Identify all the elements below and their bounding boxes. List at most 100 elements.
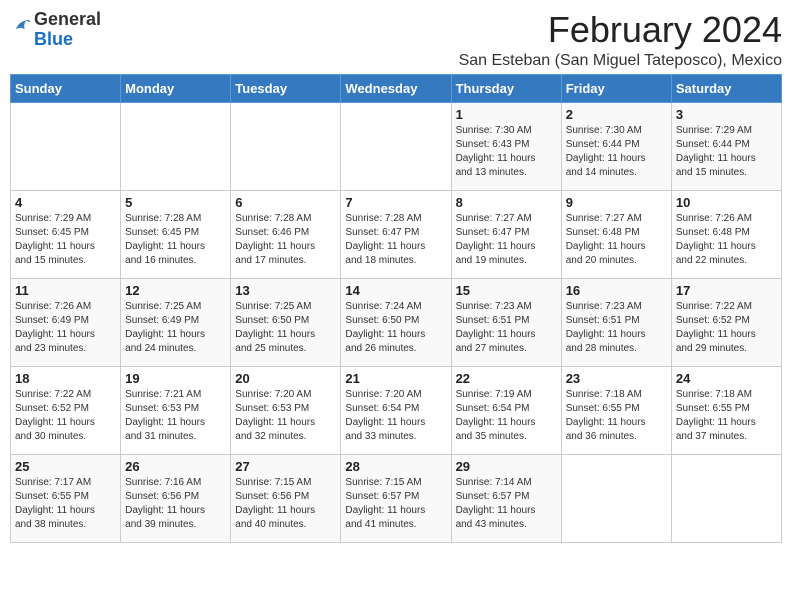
day-number: 14 [345, 283, 446, 298]
day-info: Sunrise: 7:23 AMSunset: 6:51 PMDaylight:… [566, 300, 667, 356]
day-info: Sunrise: 7:20 AMSunset: 6:54 PMDaylight:… [345, 388, 446, 444]
day-number: 4 [15, 195, 116, 210]
day-info: Sunrise: 7:28 AMSunset: 6:46 PMDaylight:… [235, 212, 336, 268]
calendar-cell: 13 Sunrise: 7:25 AMSunset: 6:50 PMDayligh… [231, 278, 341, 366]
calendar-cell: 14 Sunrise: 7:24 AMSunset: 6:50 PMDayligh… [341, 278, 451, 366]
day-number: 25 [15, 459, 116, 474]
calendar-cell: 3 Sunrise: 7:29 AMSunset: 6:44 PMDaylight… [671, 102, 781, 190]
day-info: Sunrise: 7:26 AMSunset: 6:48 PMDaylight:… [676, 212, 777, 268]
calendar-cell: 22 Sunrise: 7:19 AMSunset: 6:54 PMDayligh… [451, 366, 561, 454]
calendar-cell [671, 454, 781, 542]
calendar-cell: 28 Sunrise: 7:15 AMSunset: 6:57 PMDayligh… [341, 454, 451, 542]
day-number: 13 [235, 283, 336, 298]
logo-text: General Blue [34, 10, 101, 50]
day-info: Sunrise: 7:24 AMSunset: 6:50 PMDaylight:… [345, 300, 446, 356]
calendar-cell: 4 Sunrise: 7:29 AMSunset: 6:45 PMDaylight… [11, 190, 121, 278]
day-info: Sunrise: 7:25 AMSunset: 6:50 PMDaylight:… [235, 300, 336, 356]
day-number: 21 [345, 371, 446, 386]
logo: General Blue [10, 10, 101, 50]
day-info: Sunrise: 7:27 AMSunset: 6:47 PMDaylight:… [456, 212, 557, 268]
header: General Blue February 2024 San Esteban (… [10, 10, 782, 70]
day-number: 3 [676, 107, 777, 122]
day-number: 16 [566, 283, 667, 298]
calendar-cell: 12 Sunrise: 7:25 AMSunset: 6:49 PMDayligh… [121, 278, 231, 366]
calendar-cell: 1Sunrise: 7:30 AMSunset: 6:43 PMDaylight… [451, 102, 561, 190]
calendar-cell: 7 Sunrise: 7:28 AMSunset: 6:47 PMDaylight… [341, 190, 451, 278]
day-number: 7 [345, 195, 446, 210]
days-of-week-row: SundayMondayTuesdayWednesdayThursdayFrid… [11, 74, 782, 102]
day-info: Sunrise: 7:19 AMSunset: 6:54 PMDaylight:… [456, 388, 557, 444]
calendar-cell: 19 Sunrise: 7:21 AMSunset: 6:53 PMDayligh… [121, 366, 231, 454]
day-info: Sunrise: 7:29 AMSunset: 6:44 PMDaylight:… [676, 124, 777, 180]
day-info: Sunrise: 7:21 AMSunset: 6:53 PMDaylight:… [125, 388, 226, 444]
day-number: 15 [456, 283, 557, 298]
day-info: Sunrise: 7:22 AMSunset: 6:52 PMDaylight:… [676, 300, 777, 356]
day-number: 17 [676, 283, 777, 298]
day-info: Sunrise: 7:20 AMSunset: 6:53 PMDaylight:… [235, 388, 336, 444]
day-of-week-header: Thursday [451, 74, 561, 102]
day-number: 24 [676, 371, 777, 386]
day-info: Sunrise: 7:15 AMSunset: 6:56 PMDaylight:… [235, 476, 336, 532]
calendar-header: SundayMondayTuesdayWednesdayThursdayFrid… [11, 74, 782, 102]
day-of-week-header: Sunday [11, 74, 121, 102]
day-info: Sunrise: 7:23 AMSunset: 6:51 PMDaylight:… [456, 300, 557, 356]
calendar-cell: 26 Sunrise: 7:16 AMSunset: 6:56 PMDayligh… [121, 454, 231, 542]
day-info: Sunrise: 7:25 AMSunset: 6:49 PMDaylight:… [125, 300, 226, 356]
day-number: 1 [456, 107, 557, 122]
day-number: 19 [125, 371, 226, 386]
day-info: Sunrise: 7:27 AMSunset: 6:48 PMDaylight:… [566, 212, 667, 268]
calendar-cell [561, 454, 671, 542]
day-number: 12 [125, 283, 226, 298]
day-info: Sunrise: 7:15 AMSunset: 6:57 PMDaylight:… [345, 476, 446, 532]
day-of-week-header: Friday [561, 74, 671, 102]
calendar-cell: 2Sunrise: 7:30 AMSunset: 6:44 PMDaylight… [561, 102, 671, 190]
calendar-cell: 23Sunrise: 7:18 AMSunset: 6:55 PMDayligh… [561, 366, 671, 454]
calendar-week-row: 4 Sunrise: 7:29 AMSunset: 6:45 PMDaylight… [11, 190, 782, 278]
day-number: 6 [235, 195, 336, 210]
calendar-cell: 18 Sunrise: 7:22 AMSunset: 6:52 PMDayligh… [11, 366, 121, 454]
calendar-cell [121, 102, 231, 190]
day-of-week-header: Saturday [671, 74, 781, 102]
calendar-week-row: 18 Sunrise: 7:22 AMSunset: 6:52 PMDayligh… [11, 366, 782, 454]
calendar-week-row: 11Sunrise: 7:26 AMSunset: 6:49 PMDayligh… [11, 278, 782, 366]
day-info: Sunrise: 7:14 AMSunset: 6:57 PMDaylight:… [456, 476, 557, 532]
day-info: Sunrise: 7:17 AMSunset: 6:55 PMDaylight:… [15, 476, 116, 532]
calendar-table: SundayMondayTuesdayWednesdayThursdayFrid… [10, 74, 782, 543]
calendar-cell: 25 Sunrise: 7:17 AMSunset: 6:55 PMDayligh… [11, 454, 121, 542]
day-info: Sunrise: 7:28 AMSunset: 6:45 PMDaylight:… [125, 212, 226, 268]
day-number: 22 [456, 371, 557, 386]
calendar-cell: 11Sunrise: 7:26 AMSunset: 6:49 PMDayligh… [11, 278, 121, 366]
day-of-week-header: Tuesday [231, 74, 341, 102]
location-subtitle: San Esteban (San Miguel Tateposco), Mexi… [121, 52, 782, 70]
day-number: 20 [235, 371, 336, 386]
day-of-week-header: Monday [121, 74, 231, 102]
day-number: 27 [235, 459, 336, 474]
title-area: February 2024 San Esteban (San Miguel Ta… [101, 10, 782, 70]
calendar-cell: 6 Sunrise: 7:28 AMSunset: 6:46 PMDaylight… [231, 190, 341, 278]
calendar-cell: 24Sunrise: 7:18 AMSunset: 6:55 PMDayligh… [671, 366, 781, 454]
calendar-body: 1Sunrise: 7:30 AMSunset: 6:43 PMDaylight… [11, 102, 782, 542]
month-title: February 2024 [121, 10, 782, 50]
day-info: Sunrise: 7:18 AMSunset: 6:55 PMDaylight:… [566, 388, 667, 444]
day-info: Sunrise: 7:16 AMSunset: 6:56 PMDaylight:… [125, 476, 226, 532]
bird-icon [10, 16, 32, 38]
day-number: 8 [456, 195, 557, 210]
day-number: 2 [566, 107, 667, 122]
calendar-cell: 15 Sunrise: 7:23 AMSunset: 6:51 PMDayligh… [451, 278, 561, 366]
calendar-week-row: 1Sunrise: 7:30 AMSunset: 6:43 PMDaylight… [11, 102, 782, 190]
calendar-cell: 8 Sunrise: 7:27 AMSunset: 6:47 PMDaylight… [451, 190, 561, 278]
day-number: 28 [345, 459, 446, 474]
day-info: Sunrise: 7:28 AMSunset: 6:47 PMDaylight:… [345, 212, 446, 268]
calendar-week-row: 25 Sunrise: 7:17 AMSunset: 6:55 PMDayligh… [11, 454, 782, 542]
calendar-cell [341, 102, 451, 190]
calendar-cell: 17 Sunrise: 7:22 AMSunset: 6:52 PMDayligh… [671, 278, 781, 366]
day-info: Sunrise: 7:29 AMSunset: 6:45 PMDaylight:… [15, 212, 116, 268]
day-number: 10 [676, 195, 777, 210]
calendar-cell [231, 102, 341, 190]
day-number: 18 [15, 371, 116, 386]
calendar-cell [11, 102, 121, 190]
calendar-cell: 16 Sunrise: 7:23 AMSunset: 6:51 PMDayligh… [561, 278, 671, 366]
day-number: 26 [125, 459, 226, 474]
calendar-cell: 10 Sunrise: 7:26 AMSunset: 6:48 PMDayligh… [671, 190, 781, 278]
day-info: Sunrise: 7:22 AMSunset: 6:52 PMDaylight:… [15, 388, 116, 444]
